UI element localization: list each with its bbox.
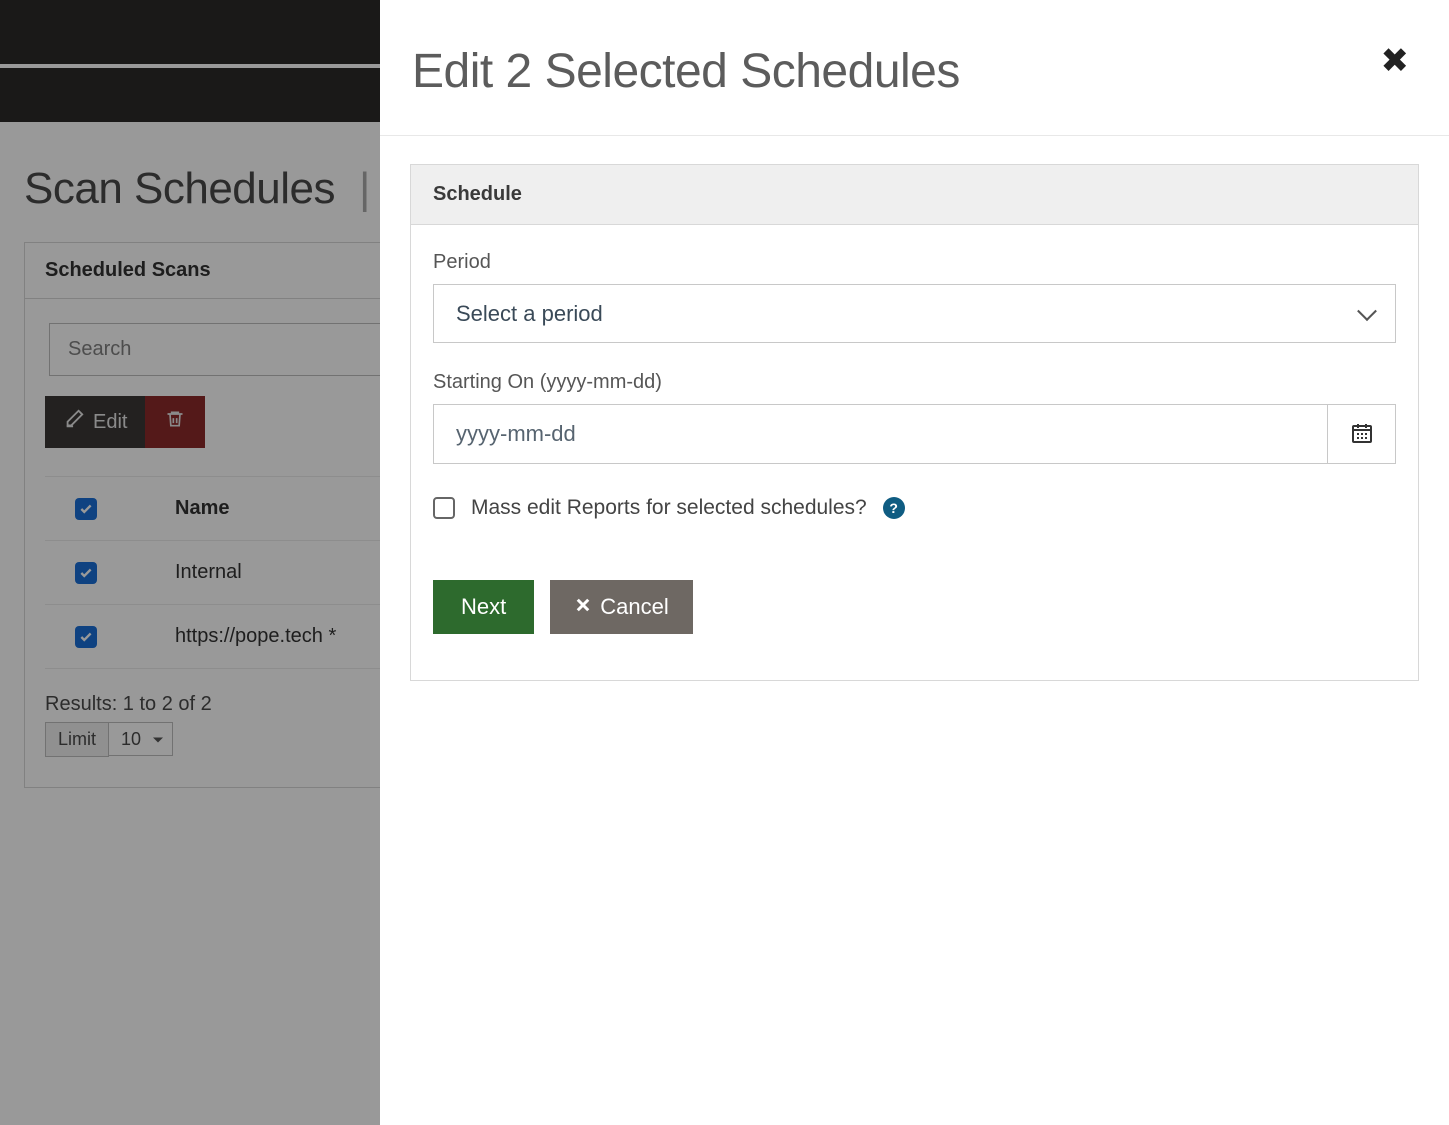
cancel-icon	[574, 594, 592, 620]
mass-edit-checkbox[interactable]	[433, 497, 455, 519]
calendar-icon	[1350, 421, 1374, 448]
form-panel-body: Period Select a period Starting On (yyyy…	[411, 225, 1418, 680]
help-icon[interactable]: ?	[883, 497, 905, 519]
modal-header: Edit 2 Selected Schedules ✖	[380, 0, 1449, 136]
close-button[interactable]: ✖	[1381, 44, 1410, 78]
period-select-wrap: Select a period	[433, 284, 1396, 343]
cancel-button[interactable]: Cancel	[550, 580, 692, 634]
starting-on-label: Starting On (yyyy-mm-dd)	[433, 371, 1396, 394]
next-button[interactable]: Next	[433, 580, 534, 634]
modal-actions: Next Cancel	[433, 580, 1396, 634]
close-icon: ✖	[1381, 42, 1410, 80]
starting-on-row	[433, 404, 1396, 464]
starting-on-input[interactable]	[433, 404, 1328, 464]
period-select[interactable]: Select a period	[433, 284, 1396, 343]
mass-edit-row: Mass edit Reports for selected schedules…	[433, 496, 1396, 520]
form-panel-title: Schedule	[411, 165, 1418, 225]
cancel-button-label: Cancel	[600, 594, 668, 620]
mass-edit-label: Mass edit Reports for selected schedules…	[471, 496, 867, 520]
modal-body: Schedule Period Select a period Starting…	[380, 136, 1449, 709]
edit-schedules-modal: Edit 2 Selected Schedules ✖ Schedule Per…	[380, 0, 1449, 1125]
period-label: Period	[433, 251, 1396, 274]
modal-title: Edit 2 Selected Schedules	[412, 44, 960, 99]
schedule-form-panel: Schedule Period Select a period Starting…	[410, 164, 1419, 681]
calendar-button[interactable]	[1328, 404, 1396, 464]
